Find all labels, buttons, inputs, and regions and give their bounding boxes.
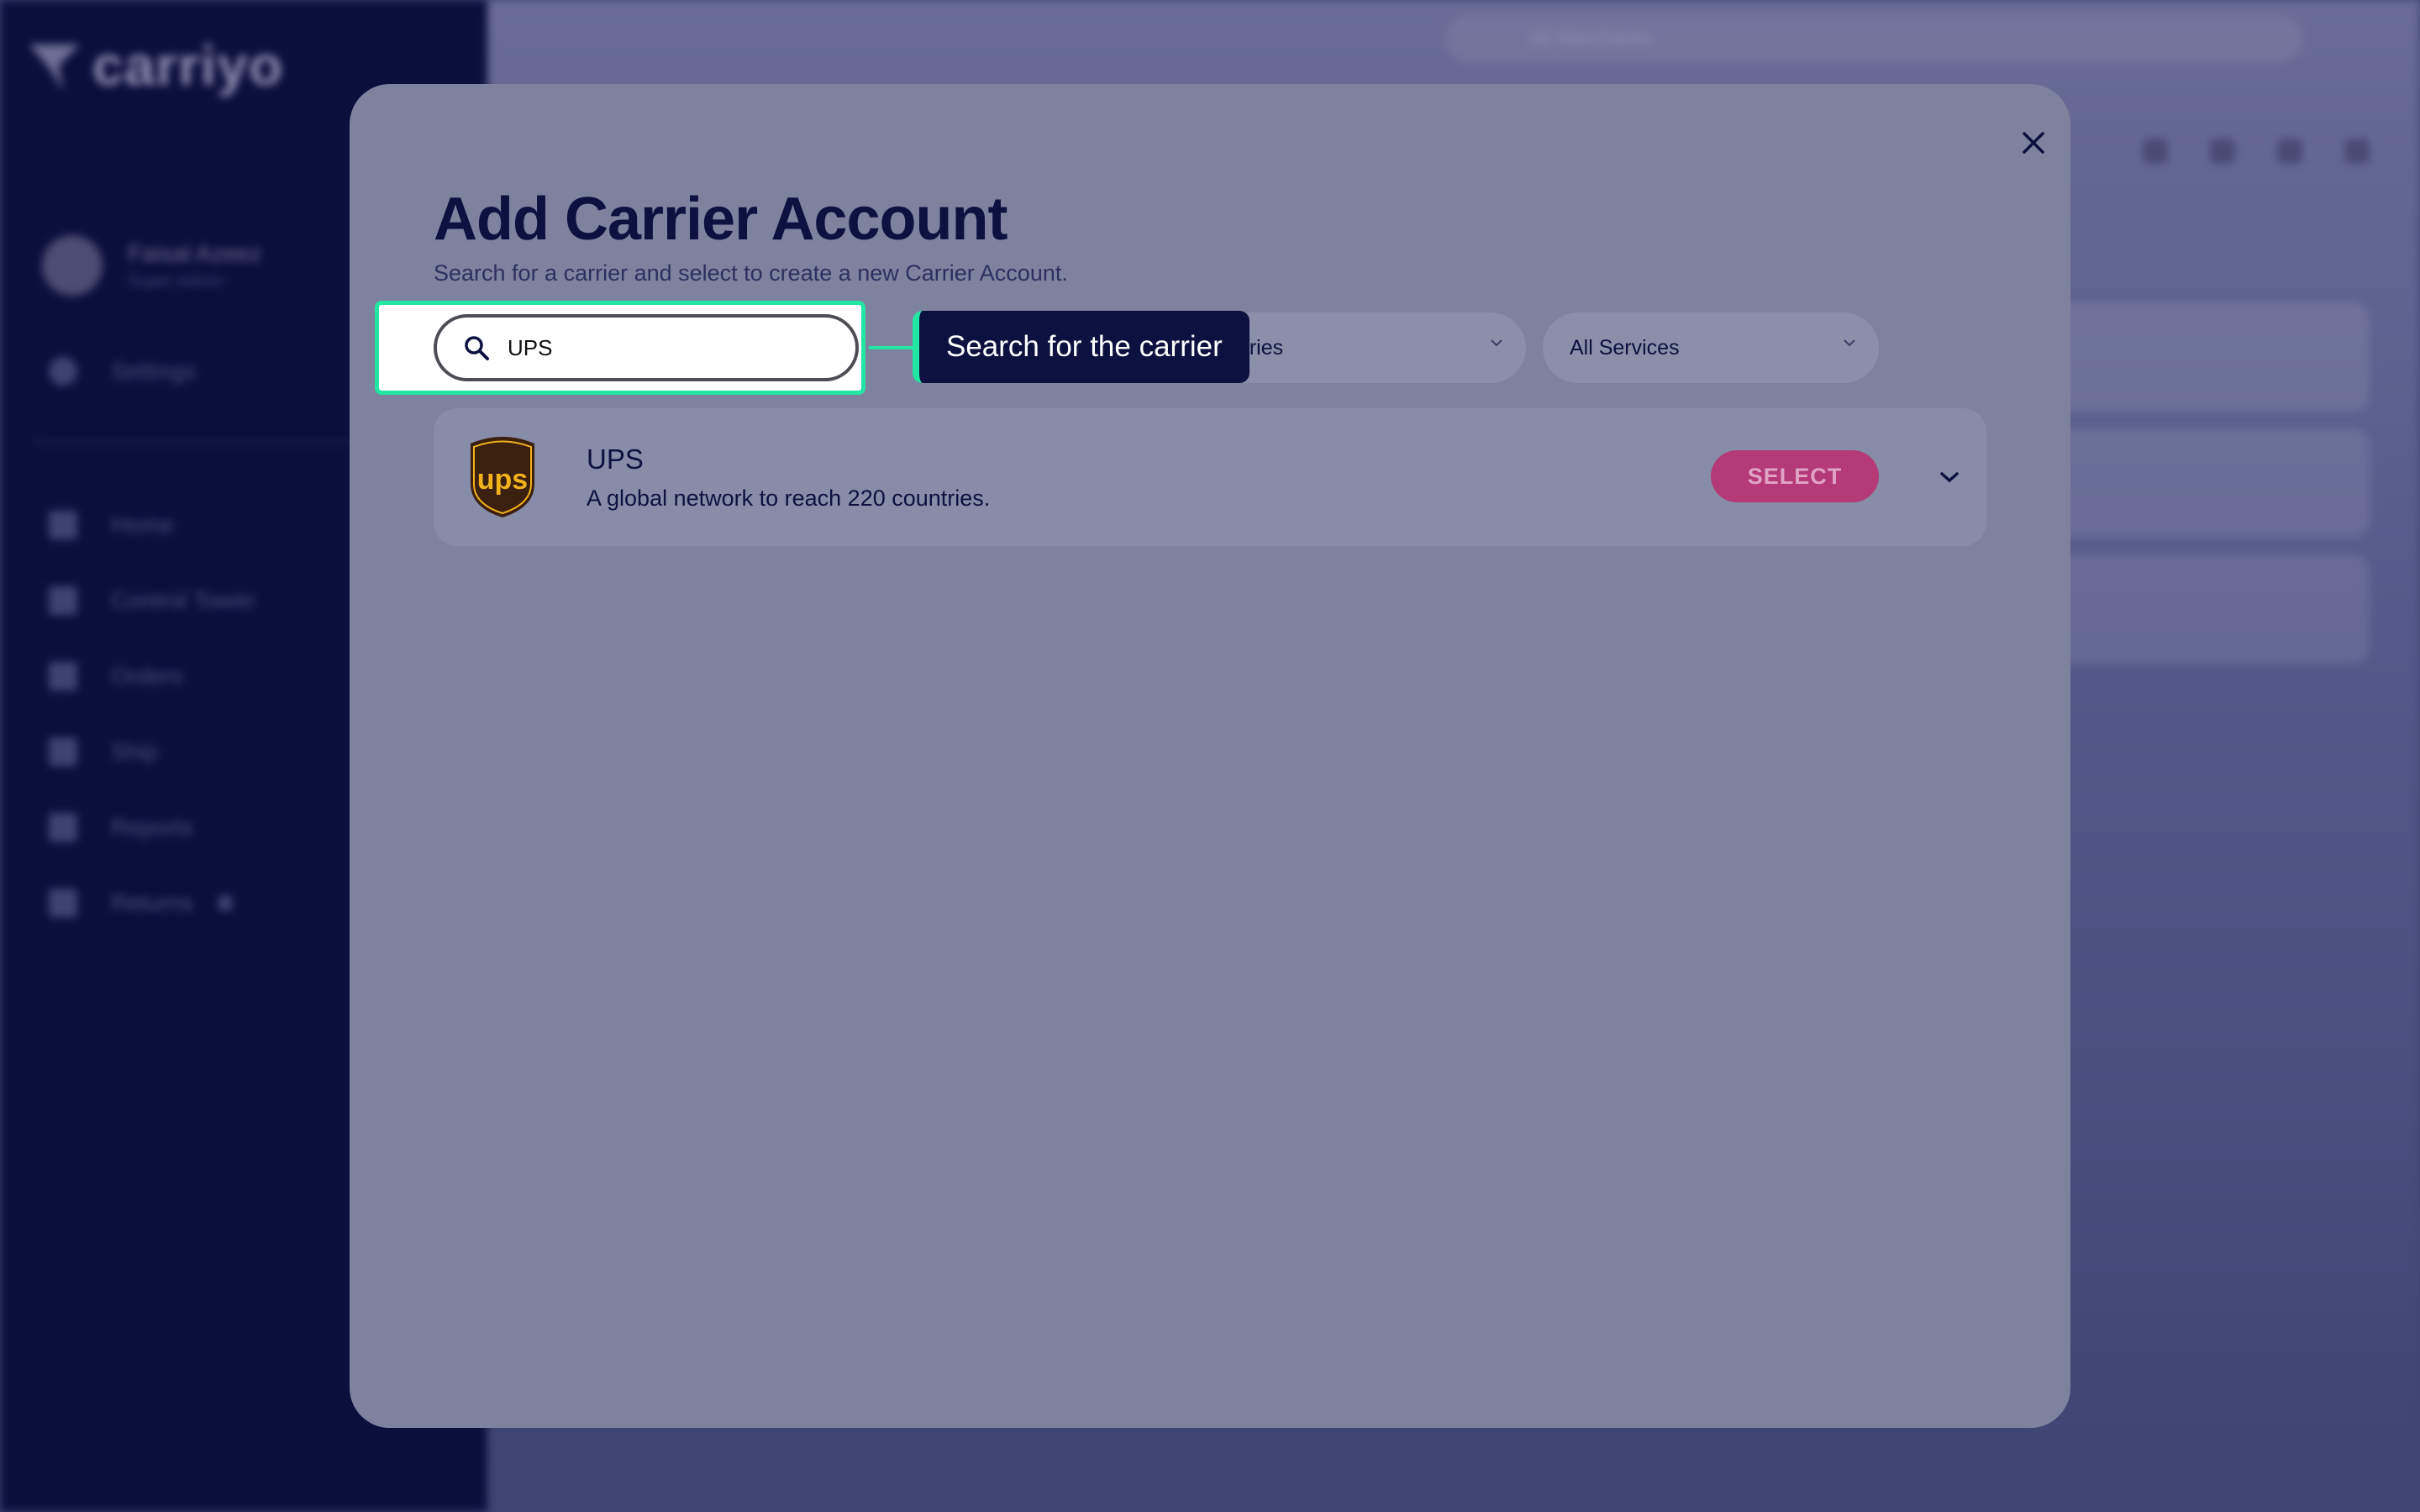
sidebar-item-reports[interactable]: Reports xyxy=(49,790,255,865)
select-button[interactable]: SELECT xyxy=(1711,450,1879,502)
logo-text: carriyo xyxy=(92,34,284,97)
tooltip-text: Search for the carrier xyxy=(946,330,1223,363)
avatar xyxy=(42,235,103,296)
sidebar-item-label: Settings xyxy=(111,358,197,384)
modal-subtitle: Search for a carrier and select to creat… xyxy=(434,260,1068,286)
sidebar-item-label: Control Tower xyxy=(111,587,256,613)
filter-icon[interactable] xyxy=(2210,139,2235,164)
ups-logo-text: ups xyxy=(477,464,528,496)
grid-icon xyxy=(49,586,77,615)
services-filter[interactable]: All Services xyxy=(1543,312,1879,383)
sidebar-divider xyxy=(34,441,403,443)
sidebar-item-label: Home xyxy=(111,512,174,538)
services-filter-label: All Services xyxy=(1570,335,1680,360)
sidebar-item-label: Reports xyxy=(111,814,194,840)
lock-icon xyxy=(218,895,233,911)
carrier-card-ups[interactable]: ups UPS A global network to reach 220 co… xyxy=(434,408,1986,546)
home-icon xyxy=(49,511,77,539)
view-icon[interactable] xyxy=(2277,139,2302,164)
chart-icon xyxy=(49,813,77,842)
expand-button[interactable] xyxy=(1934,462,1965,492)
add-icon[interactable] xyxy=(2344,139,2370,164)
logo-mark-icon xyxy=(29,45,80,91)
refresh-icon[interactable] xyxy=(2143,139,2168,164)
close-button[interactable] xyxy=(2005,114,2062,171)
sidebar-item-label: Ship xyxy=(111,738,159,764)
merchant-selector-label: All Merchants xyxy=(1529,27,1652,50)
modal-title: Add Carrier Account xyxy=(434,186,1007,253)
tooltip-connector xyxy=(869,346,916,349)
user-role: Super Admin xyxy=(128,271,224,291)
user-profile[interactable]: Faisal Azeez Super Admin xyxy=(42,235,261,296)
user-name: Faisal Azeez xyxy=(128,239,261,266)
sidebar-item-home[interactable]: Home xyxy=(49,487,255,563)
app-logo: carriyo xyxy=(25,34,283,97)
carrier-name: UPS xyxy=(587,444,644,475)
sidebar-nav: Home Control Tower Orders Ship Reports R… xyxy=(49,487,255,941)
close-icon xyxy=(2023,132,2044,154)
carrier-search[interactable] xyxy=(434,314,859,381)
sidebar-item-settings[interactable]: Settings xyxy=(49,357,196,386)
returns-icon xyxy=(49,889,77,917)
sidebar-item-control-tower[interactable]: Control Tower xyxy=(49,563,255,638)
sidebar-item-ship[interactable]: Ship xyxy=(49,714,255,790)
cart-icon xyxy=(49,662,77,690)
toolbar-icons xyxy=(2143,139,2370,164)
add-carrier-modal: Add Carrier Account Search for a carrier… xyxy=(350,84,2070,1428)
countries-filter[interactable]: ntries xyxy=(1207,312,1526,383)
search-input[interactable] xyxy=(506,333,829,362)
merchant-selector[interactable]: All Merchants xyxy=(1445,15,2302,62)
sidebar-item-label: Orders xyxy=(111,663,183,689)
sidebar-item-returns[interactable]: Returns xyxy=(49,865,255,941)
ups-logo-icon: ups xyxy=(471,437,534,517)
carrier-description: A global network to reach 220 countries. xyxy=(587,486,991,511)
chevron-down-icon xyxy=(1491,339,1502,347)
chevron-down-icon xyxy=(1844,339,1855,347)
guide-tooltip: Search for the carrier xyxy=(913,311,1249,383)
gear-icon xyxy=(49,357,77,386)
chevron-down-icon xyxy=(1940,472,1959,483)
sidebar-item-label: Returns xyxy=(111,890,194,916)
ship-icon xyxy=(49,738,77,766)
search-icon xyxy=(462,333,491,362)
sidebar-item-orders[interactable]: Orders xyxy=(49,638,255,714)
